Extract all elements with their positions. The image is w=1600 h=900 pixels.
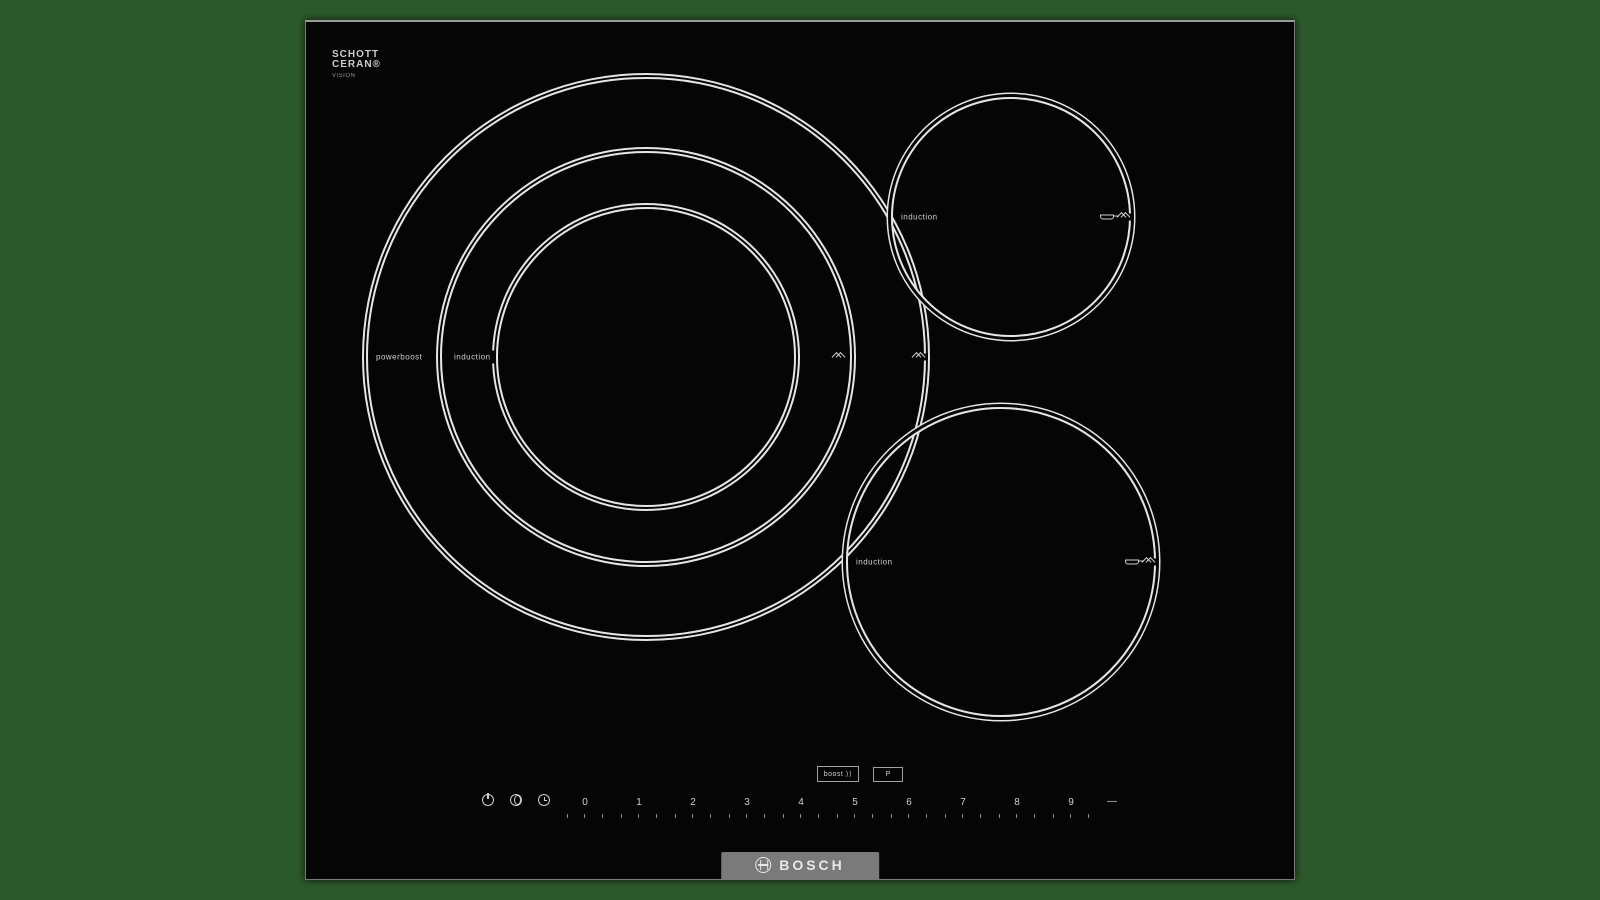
minus-button[interactable]: —	[1099, 796, 1125, 807]
clock-icon	[538, 794, 550, 806]
zone-bottom-right-label: induction	[852, 556, 897, 569]
boost-label: boost	[824, 771, 844, 778]
globe-button[interactable]	[503, 794, 529, 809]
boost-button[interactable]: boost ⟩⟩	[817, 766, 860, 782]
level-0[interactable]: 0	[559, 795, 611, 808]
level-8[interactable]: 8	[991, 795, 1043, 808]
power-icon	[482, 794, 494, 806]
zone-bottom-right: induction	[846, 407, 1156, 717]
brand-badge: BOSCH	[721, 852, 879, 879]
level-4[interactable]: 4	[775, 795, 827, 808]
bosch-logo-icon	[755, 857, 771, 873]
zone-large-mid-chevron-icon	[829, 354, 848, 361]
boost-symbol: ⟩⟩	[846, 771, 852, 778]
zone-large-left: powerboost induction	[366, 77, 926, 637]
cooktop: SCHOTT CERAN® VISION powerboost inductio…	[305, 20, 1295, 880]
level-3[interactable]: 3	[721, 795, 773, 808]
level-9[interactable]: 9	[1045, 795, 1097, 808]
globe-icon	[510, 794, 522, 806]
slider-row: 0 1 2 3 4 5 6 7 8 9 —	[475, 794, 1125, 809]
power-button[interactable]	[475, 794, 501, 809]
level-6[interactable]: 6	[883, 795, 935, 808]
zone-top-right-symbol-icon	[1096, 214, 1133, 221]
level-7[interactable]: 7	[937, 795, 989, 808]
zone-large-outer-label: powerboost	[372, 351, 426, 364]
level-5[interactable]: 5	[829, 795, 881, 808]
timer-button[interactable]	[531, 794, 557, 809]
control-panel: boost ⟩⟩ P 0 1 2 3 4 5 6 7 8 9 —	[475, 766, 1125, 809]
zone-top-right: induction	[891, 97, 1131, 337]
p-button[interactable]: P	[873, 767, 903, 782]
zone-large-outer-chevron-icon	[909, 354, 928, 361]
level-1[interactable]: 1	[613, 795, 665, 808]
p-label: P	[886, 771, 891, 778]
level-2[interactable]: 2	[667, 795, 719, 808]
zone-top-right-label: induction	[897, 211, 942, 224]
schott-line2: CERAN®	[332, 60, 381, 70]
zone-large-inner-ring	[496, 207, 796, 507]
schott-ceran-logo: SCHOTT CERAN® VISION	[332, 50, 381, 79]
zone-bottom-right-symbol-icon	[1121, 559, 1158, 566]
control-top-row: boost ⟩⟩ P	[817, 766, 904, 782]
brand-name: BOSCH	[779, 857, 845, 873]
minus-icon: —	[1107, 796, 1117, 807]
zone-large-inner-label: induction	[450, 351, 495, 364]
